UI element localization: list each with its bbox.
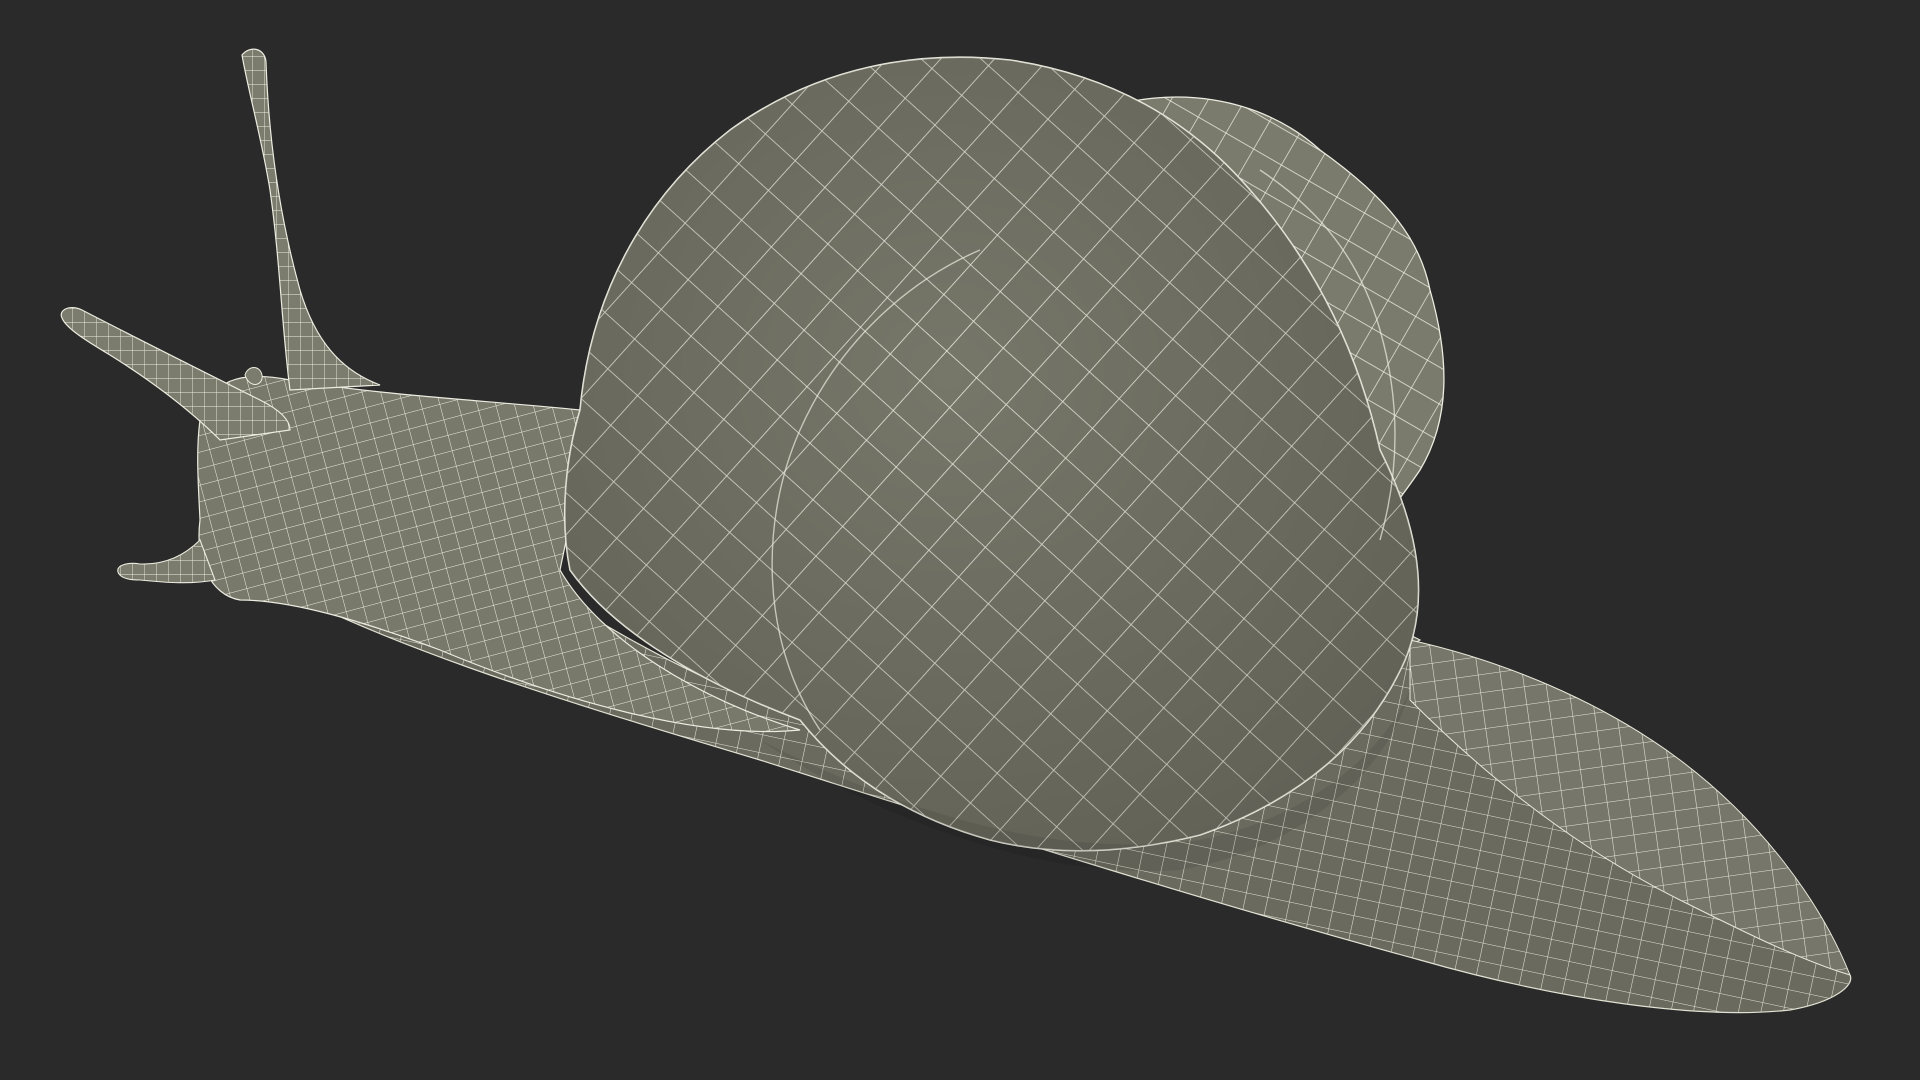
snail-lower-tentacle bbox=[117, 539, 216, 584]
snail-upper-tentacle bbox=[241, 48, 381, 391]
snail-wireframe-model bbox=[60, 48, 1852, 1014]
render-viewport bbox=[0, 0, 1920, 1080]
